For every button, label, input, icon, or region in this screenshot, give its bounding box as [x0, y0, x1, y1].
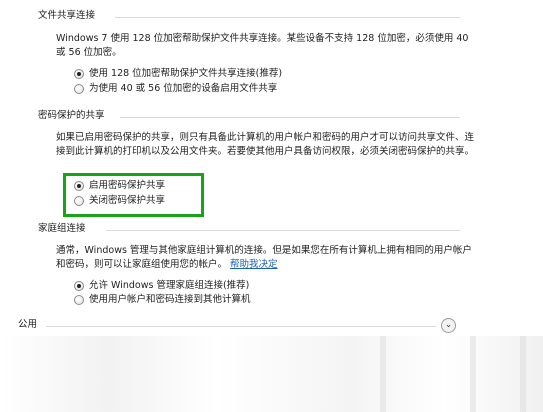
radio-button-selected[interactable] — [74, 280, 84, 291]
enable-password-sharing-label: 启用密码保护共享 — [89, 180, 166, 191]
faded-background-area — [0, 336, 543, 412]
password-sharing-description: 如果已启用密码保护的共享，则只有具备此计算机的用户帐户和密码的用户才可以访问共享… — [56, 132, 475, 157]
file-sharing-description: Windows 7 使用 128 位加密帮助保护文件共享连接。某些设备不支持 1… — [56, 33, 469, 58]
homegroup-header: 家庭组连接 — [38, 223, 86, 234]
password-sharing-header: 密码保护的共享 — [38, 110, 105, 121]
background-stripe — [380, 336, 386, 412]
radio-button-selected[interactable] — [74, 180, 84, 191]
file-sharing-header: 文件共享连接 — [38, 10, 96, 21]
chevron-down-icon[interactable]: ⌄ — [441, 318, 456, 333]
radio-button-selected[interactable] — [74, 68, 84, 79]
homegroup-description: 通常，Windows 管理与其他家庭组计算机的连接。但是如果您在所有计算机上拥有… — [56, 244, 476, 271]
radio-button[interactable] — [74, 294, 84, 305]
encryption-128-option[interactable]: 使用 128 位加密帮助保护文件共享连接(推荐) — [74, 67, 282, 80]
encryption-40-56-option[interactable]: 为使用 40 或 56 位加密的设备启用文件共享 — [74, 82, 277, 95]
disable-password-sharing-label: 关闭密码保护共享 — [89, 195, 166, 206]
windows-manage-homegroup-label: 允许 Windows 管理家庭组连接(推荐) — [89, 280, 250, 291]
file-sharing-divider — [115, 17, 460, 18]
radio-button[interactable] — [74, 195, 84, 206]
public-header[interactable]: 公用 — [18, 318, 37, 332]
enable-password-sharing-option[interactable]: 启用密码保护共享 — [74, 179, 165, 192]
password-sharing-divider — [120, 117, 460, 118]
encryption-40-56-label: 为使用 40 或 56 位加密的设备启用文件共享 — [89, 83, 278, 94]
encryption-128-label: 使用 128 位加密帮助保护文件共享连接(推荐) — [89, 68, 283, 79]
user-account-homegroup-option[interactable]: 使用用户帐户和密码连接到其他计算机 — [74, 293, 251, 306]
disable-password-sharing-option[interactable]: 关闭密码保护共享 — [74, 194, 165, 207]
windows-manage-homegroup-option[interactable]: 允许 Windows 管理家庭组连接(推荐) — [74, 279, 249, 292]
background-stripe — [520, 336, 526, 412]
public-divider — [46, 326, 436, 327]
radio-button[interactable] — [74, 83, 84, 94]
background-stripe — [470, 336, 476, 412]
help-me-decide-link[interactable]: 帮助我决定 — [230, 259, 278, 270]
homegroup-divider — [106, 230, 460, 231]
user-account-homegroup-label: 使用用户帐户和密码连接到其他计算机 — [89, 294, 251, 305]
